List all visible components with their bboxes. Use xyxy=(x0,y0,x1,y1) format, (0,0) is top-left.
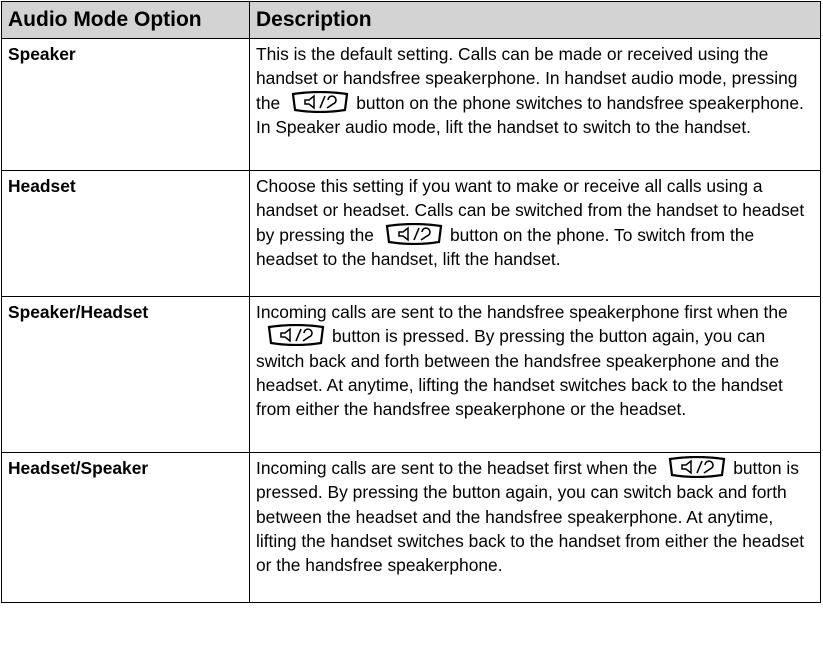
description-cell: This is the default setting. Calls can b… xyxy=(249,38,821,171)
description-text: button is pressed. By pressing the butto… xyxy=(256,326,783,420)
speaker-headset-button-icon xyxy=(266,324,326,347)
table-row: Headset/Speaker Incoming calls are sent … xyxy=(1,452,821,603)
description-cell: Incoming calls are sent to the headset f… xyxy=(249,452,821,603)
table-row: Headset Choose this setting if you want … xyxy=(1,170,821,297)
description-text: Incoming calls are sent to the handsfree… xyxy=(256,302,788,322)
option-cell: Speaker/Headset xyxy=(1,296,250,453)
description-text: Incoming calls are sent to the headset f… xyxy=(256,458,658,478)
option-cell: Speaker xyxy=(1,38,250,171)
table-row: Speaker This is the default setting. Cal… xyxy=(1,38,821,171)
option-cell: Headset/Speaker xyxy=(1,452,250,603)
speaker-headset-button-icon xyxy=(667,456,727,478)
description-cell: Incoming calls are sent to the handsfree… xyxy=(249,296,821,453)
table-row: Speaker/Headset Incoming calls are sent … xyxy=(1,296,821,453)
description-cell: Choose this setting if you want to make … xyxy=(249,170,821,297)
header-description: Description xyxy=(249,1,821,39)
speaker-headset-button-icon xyxy=(290,90,350,113)
header-audio-mode-option: Audio Mode Option xyxy=(1,1,250,39)
table-header-row: Audio Mode Option Description xyxy=(1,1,821,39)
audio-mode-table: Audio Mode Option Description Speaker Th… xyxy=(1,1,821,603)
speaker-headset-button-icon xyxy=(384,222,444,245)
option-cell: Headset xyxy=(1,170,250,297)
